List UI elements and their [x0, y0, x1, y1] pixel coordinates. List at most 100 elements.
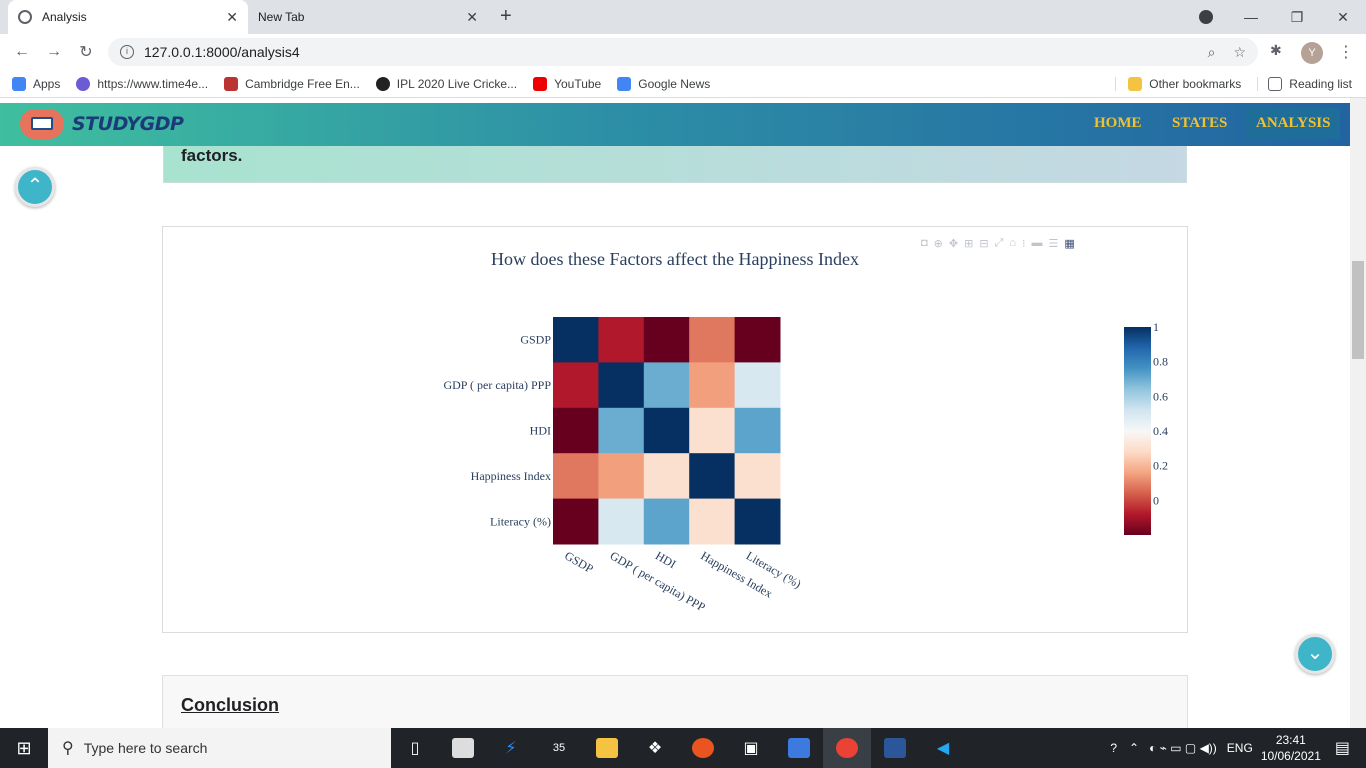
tab-search-icon[interactable]	[1199, 10, 1213, 24]
bookmark-time4e[interactable]: https://www.time4e...	[76, 76, 208, 91]
heatmap-cell[interactable]	[734, 317, 781, 363]
minimize-icon[interactable]: —	[1228, 9, 1274, 25]
reading-list-icon	[1268, 77, 1283, 91]
back-icon[interactable]: ←	[6, 43, 38, 61]
y-tick-label: GSDP	[520, 333, 551, 347]
scroll-down-button[interactable]: ⌄	[1295, 634, 1335, 674]
tray-icons[interactable]: ◐ ⌁ ▭ ▢ ◀))	[1149, 741, 1217, 755]
heatmap-cell[interactable]	[598, 498, 645, 545]
word-icon[interactable]	[871, 728, 919, 768]
taskbar-search[interactable]: ⚲ Type here to search	[48, 728, 391, 768]
nav-analysis[interactable]: ANALYSIS	[1246, 108, 1341, 139]
restore-icon[interactable]: ❐	[1274, 9, 1320, 26]
close-icon[interactable]: ✕	[226, 9, 238, 26]
tab-strip: Analysis ✕ New Tab ✕ + — ❐ ✕	[0, 0, 1366, 34]
windows-taskbar: ⊞ ⚲ Type here to search ▯ ⚡ 35 ❖ ▣ ◀ ? ⌃…	[0, 728, 1366, 768]
site-logo[interactable]: STUDYGDP	[72, 113, 184, 135]
address-bar[interactable]: i 127.0.0.1:8000/analysis4 ⌕ ☆	[108, 38, 1258, 66]
chevron-up-icon[interactable]: ⌃	[1129, 741, 1139, 755]
x-tick-label: HDI	[653, 548, 678, 571]
page-scrollbar[interactable]	[1350, 98, 1366, 728]
heatmap-cell[interactable]	[598, 453, 645, 500]
close-window-icon[interactable]: ✕	[1320, 9, 1366, 26]
colorbar-tick-label: 0	[1153, 493, 1159, 507]
heatmap-cell[interactable]	[734, 407, 781, 454]
new-tab-button[interactable]: +	[500, 5, 512, 28]
heatmap-cell[interactable]	[643, 317, 690, 363]
globe-icon	[18, 10, 32, 24]
help-icon[interactable]: ?	[1110, 741, 1117, 755]
heatmap-cell[interactable]	[643, 498, 690, 545]
heatmap-cell[interactable]	[689, 362, 736, 409]
info-icon[interactable]: i	[120, 45, 134, 59]
chrome-icon[interactable]	[823, 728, 871, 768]
heatmap-cell[interactable]	[734, 498, 781, 545]
heatmap-cell[interactable]	[553, 317, 599, 363]
y-tick-label: Literacy (%)	[490, 514, 551, 528]
crest-icon	[224, 76, 239, 91]
heatmap-cell[interactable]	[643, 453, 690, 500]
tab-new-tab[interactable]: New Tab ✕	[248, 0, 488, 34]
heatmap-cell[interactable]	[689, 407, 736, 454]
tab-analysis[interactable]: Analysis ✕	[8, 0, 248, 34]
bookmark-label: Google News	[638, 76, 711, 91]
date: 10/06/2021	[1260, 749, 1321, 763]
heatmap-cell[interactable]	[643, 362, 690, 409]
forward-icon[interactable]: →	[38, 43, 70, 61]
logo-icon[interactable]	[20, 109, 64, 139]
clock[interactable]: 23:41 10/06/2021	[1261, 732, 1321, 764]
heatmap-cell[interactable]	[553, 407, 599, 454]
tab-title: New Tab	[258, 10, 305, 24]
mail-icon[interactable]: 35	[535, 728, 583, 768]
star-icon[interactable]: ☆	[1233, 44, 1246, 61]
bookmark-youtube[interactable]: YouTube	[533, 76, 601, 91]
scrollbar-thumb[interactable]	[1352, 261, 1364, 359]
app-icon[interactable]: ⚡	[487, 728, 535, 768]
windows-start-icon[interactable]: ⊞	[0, 738, 48, 759]
avatar[interactable]: Y	[1301, 42, 1323, 64]
heatmap-cell[interactable]	[598, 317, 645, 363]
bookmark-label: Apps	[33, 76, 61, 91]
dropbox-icon[interactable]: ❖	[631, 728, 679, 768]
heatmap-cell[interactable]	[734, 362, 781, 409]
nav-home[interactable]: HOME	[1094, 115, 1142, 132]
nav-states[interactable]: STATES	[1172, 115, 1227, 132]
time: 23:41	[1275, 733, 1306, 747]
heatmap-cell[interactable]	[553, 362, 599, 409]
wps-icon[interactable]	[775, 728, 823, 768]
heatmap-cell[interactable]	[643, 407, 690, 454]
close-icon[interactable]: ✕	[466, 9, 478, 26]
x-tick-label: GSDP	[562, 548, 596, 576]
colorbar-tick-label: 1	[1153, 320, 1159, 334]
site-icon	[76, 76, 91, 91]
ubuntu-icon[interactable]	[679, 728, 727, 768]
bookmark-ipl[interactable]: IPL 2020 Live Cricke...	[375, 76, 517, 91]
colorbar-tick-label: 0.6	[1153, 389, 1168, 403]
heatmap-cell[interactable]	[598, 362, 645, 409]
other-bookmarks[interactable]: Other bookmarks	[1115, 77, 1241, 91]
notification-icon[interactable]: ▤	[1335, 738, 1350, 758]
heatmap-cell[interactable]	[734, 453, 781, 500]
heatmap-cell[interactable]	[598, 407, 645, 454]
heatmap-cell[interactable]	[689, 498, 736, 545]
bookmark-apps[interactable]: Apps	[12, 76, 61, 91]
window-app-icon[interactable]: ▣	[727, 728, 775, 768]
colorbar-tick-label: 0.8	[1153, 355, 1168, 369]
reading-list[interactable]: Reading list	[1257, 77, 1352, 91]
heatmap-cell[interactable]	[689, 453, 736, 500]
bookmark-cambridge[interactable]: Cambridge Free En...	[224, 76, 360, 91]
scroll-up-button[interactable]: ⌃	[15, 167, 55, 207]
heatmap-cell[interactable]	[553, 498, 599, 545]
reload-icon[interactable]: ↻	[70, 42, 102, 62]
store-icon[interactable]	[439, 728, 487, 768]
extensions-icon[interactable]: ✱	[1270, 42, 1282, 59]
bookmark-google-news[interactable]: Google News	[617, 76, 711, 91]
zoom-icon[interactable]: ⌕	[1208, 44, 1216, 61]
heatmap-cell[interactable]	[689, 317, 736, 363]
language-indicator[interactable]: ENG	[1227, 741, 1253, 755]
vscode-icon[interactable]: ◀	[919, 728, 967, 768]
heatmap-cell[interactable]	[553, 453, 599, 500]
file-explorer-icon[interactable]	[583, 728, 631, 768]
menu-icon[interactable]: ⋮	[1338, 42, 1354, 62]
task-view-icon[interactable]: ▯	[391, 728, 439, 768]
